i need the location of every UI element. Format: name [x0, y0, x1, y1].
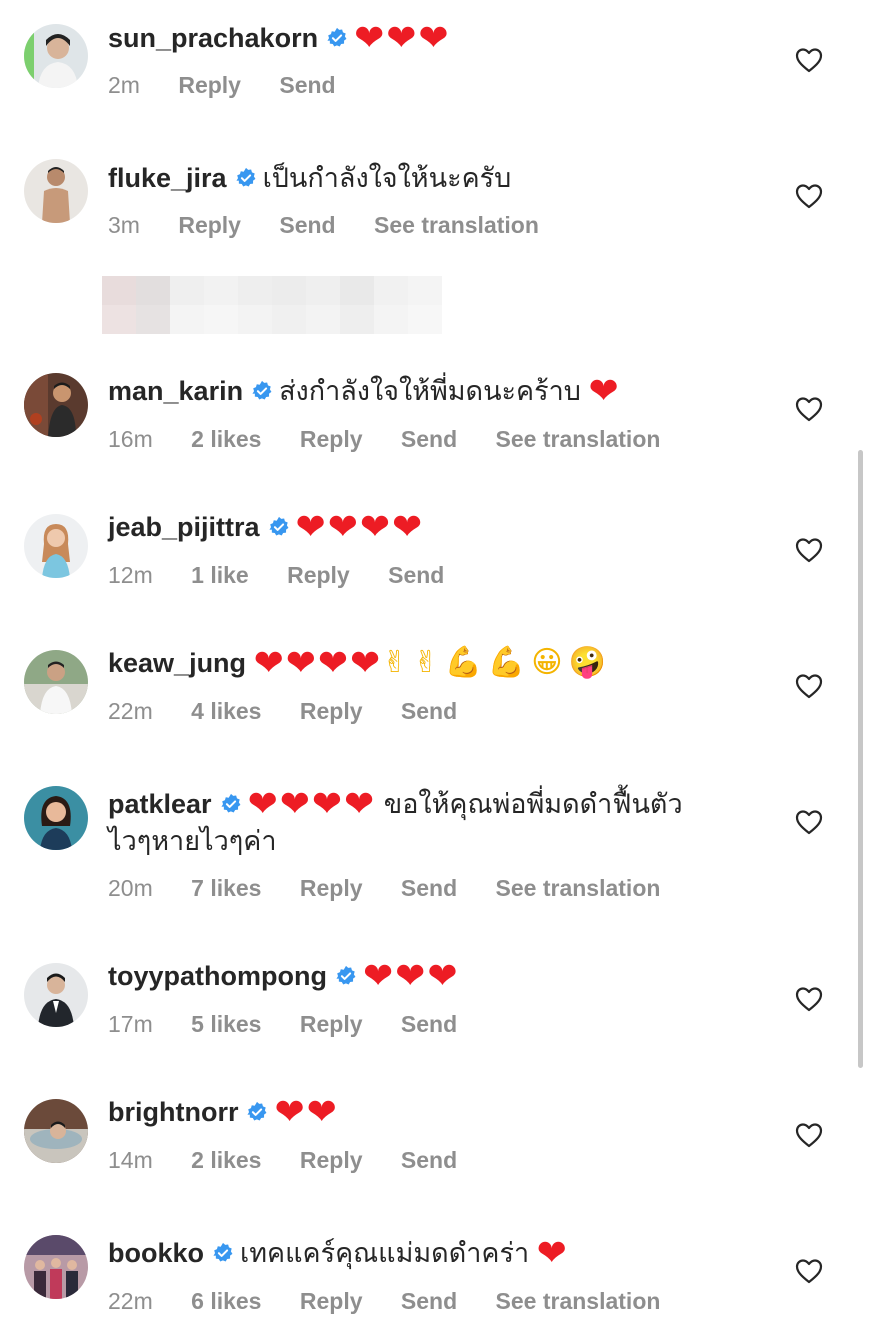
username[interactable]: bookko: [108, 1238, 204, 1268]
heart-outline-icon[interactable]: [795, 1258, 823, 1284]
likes-count[interactable]: 4 likes: [191, 698, 261, 724]
comment-text-continued: ไวๆหายไวๆค่า: [108, 826, 277, 856]
send-button[interactable]: Send: [401, 426, 457, 452]
verified-badge-icon: [327, 27, 347, 47]
avatar[interactable]: [24, 24, 88, 88]
username[interactable]: toyypathompong: [108, 961, 327, 991]
reply-button[interactable]: Reply: [178, 212, 241, 238]
comment-meta: 2m Reply Send: [108, 70, 368, 100]
timestamp: 3m: [108, 212, 140, 238]
see-translation-button[interactable]: See translation: [496, 1288, 661, 1314]
heart-emoji: ❤❤❤: [354, 18, 451, 59]
comment-meta: 20m 7 likes Reply Send See translation: [108, 873, 692, 903]
comment-meta: 14m 2 likes Reply Send: [108, 1145, 489, 1175]
comment-text: ขอให้คุณพ่อพี่มดดำฟื้นตัว: [383, 789, 683, 819]
comment-text: ส่งกำลังใจให้พี่มดนะคร้าบ: [279, 376, 581, 406]
reply-button[interactable]: Reply: [300, 1288, 363, 1314]
see-translation-button[interactable]: See translation: [496, 426, 661, 452]
timestamp: 22m: [108, 698, 153, 724]
reply-button[interactable]: Reply: [300, 1147, 363, 1173]
verified-badge-icon: [336, 965, 356, 985]
heart-outline-icon[interactable]: [795, 1122, 823, 1148]
heart-outline-icon[interactable]: [795, 183, 823, 209]
heart-outline-icon[interactable]: [795, 537, 823, 563]
likes-count[interactable]: 7 likes: [191, 875, 261, 901]
avatar[interactable]: [24, 786, 88, 850]
emoji-reactions: ✌✌💪💪😀🤪: [382, 645, 612, 680]
reply-button[interactable]: Reply: [300, 875, 363, 901]
comment-meta: 22m 4 likes Reply Send: [108, 696, 489, 726]
username[interactable]: jeab_pijittra: [108, 512, 260, 542]
reply-button[interactable]: Reply: [287, 562, 350, 588]
username[interactable]: keaw_jung: [108, 648, 246, 678]
comment-text: เป็นกำลังใจให้นะครับ: [262, 163, 512, 193]
timestamp: 22m: [108, 1288, 153, 1314]
reply-button[interactable]: Reply: [178, 72, 241, 98]
send-button[interactable]: Send: [401, 875, 457, 901]
verified-badge-icon: [269, 516, 288, 536]
heart-emoji: ❤❤: [274, 1092, 339, 1133]
scrollbar[interactable]: [858, 450, 863, 1068]
see-translation-button[interactable]: See translation: [496, 875, 661, 901]
heart-outline-icon[interactable]: [795, 47, 823, 73]
timestamp: 16m: [108, 426, 153, 452]
avatar[interactable]: [24, 159, 88, 223]
send-button[interactable]: Send: [401, 1288, 457, 1314]
heart-emoji: ❤❤❤❤: [295, 507, 425, 548]
see-translation-button[interactable]: See translation: [374, 212, 539, 238]
reply-button[interactable]: Reply: [300, 1011, 363, 1037]
send-button[interactable]: Send: [401, 698, 457, 724]
comment-meta: 16m 2 likes Reply Send See translation: [108, 424, 692, 454]
heart-outline-icon[interactable]: [795, 673, 823, 699]
username[interactable]: fluke_jira: [108, 163, 227, 193]
send-button[interactable]: Send: [388, 562, 444, 588]
heart-outline-icon[interactable]: [795, 809, 823, 835]
verified-badge-icon: [247, 1101, 267, 1121]
avatar[interactable]: [24, 373, 88, 437]
comment-meta: 12m 1 like Reply Send: [108, 560, 476, 590]
pixelated-redaction: [102, 276, 442, 334]
timestamp: 12m: [108, 562, 153, 588]
heart-emoji: ❤❤❤❤: [247, 784, 377, 825]
avatar[interactable]: [24, 963, 88, 1027]
verified-badge-icon: [236, 167, 256, 187]
heart-emoji: ❤❤❤❤: [253, 643, 383, 684]
likes-count[interactable]: 5 likes: [191, 1011, 261, 1037]
heart-outline-icon[interactable]: [795, 396, 823, 422]
heart-outline-icon[interactable]: [795, 986, 823, 1012]
heart-emoji: ❤❤❤: [362, 956, 460, 997]
verified-badge-icon: [252, 380, 272, 400]
timestamp: 20m: [108, 875, 153, 901]
username[interactable]: brightnorr: [108, 1097, 238, 1127]
comment-meta: 22m 6 likes Reply Send See translation: [108, 1286, 692, 1316]
timestamp: 2m: [108, 72, 140, 98]
avatar[interactable]: [24, 650, 88, 714]
likes-count[interactable]: 6 likes: [191, 1288, 261, 1314]
reply-button[interactable]: Reply: [300, 426, 363, 452]
likes-count[interactable]: 2 likes: [191, 426, 261, 452]
send-button[interactable]: Send: [279, 212, 335, 238]
send-button[interactable]: Send: [401, 1011, 457, 1037]
heart-emoji: ❤: [536, 1233, 569, 1274]
heart-emoji: ❤: [588, 371, 621, 412]
timestamp: 17m: [108, 1011, 153, 1037]
send-button[interactable]: Send: [279, 72, 335, 98]
avatar[interactable]: [24, 1235, 88, 1299]
avatar[interactable]: [24, 1099, 88, 1163]
username[interactable]: patklear: [108, 789, 212, 819]
comment-text: เทคแคร์คุณแม่มดดำคร่า: [240, 1238, 530, 1268]
timestamp: 14m: [108, 1147, 153, 1173]
username[interactable]: sun_prachakorn: [108, 23, 318, 53]
verified-badge-icon: [213, 1242, 233, 1262]
likes-count[interactable]: 2 likes: [191, 1147, 261, 1173]
likes-count[interactable]: 1 like: [191, 562, 249, 588]
reply-button[interactable]: Reply: [300, 698, 363, 724]
send-button[interactable]: Send: [401, 1147, 457, 1173]
username[interactable]: man_karin: [108, 376, 243, 406]
avatar[interactable]: [24, 514, 88, 578]
verified-badge-icon: [221, 793, 241, 813]
comment-meta: 17m 5 likes Reply Send: [108, 1009, 489, 1039]
comment-meta: 3m Reply Send See translation: [108, 210, 571, 240]
